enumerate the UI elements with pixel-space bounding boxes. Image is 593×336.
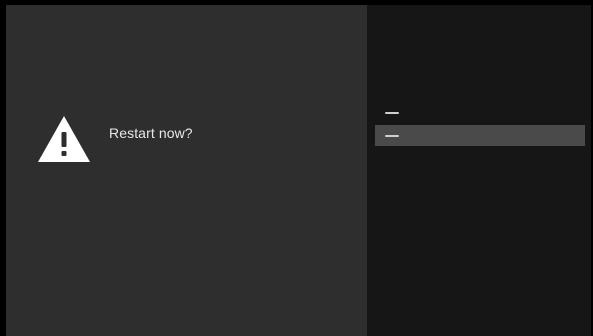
- restart-option-2-selected[interactable]: —: [375, 125, 585, 146]
- dialog-message-pane: Restart now?: [6, 5, 367, 336]
- option-1-marker: [385, 111, 399, 114]
- restart-dialog-screen: Restart now? — —: [6, 5, 591, 336]
- restart-prompt-text: Restart now?: [109, 125, 193, 141]
- restart-option-1[interactable]: —: [375, 102, 585, 123]
- warning-icon: [38, 116, 90, 162]
- option-2-marker: [385, 134, 399, 137]
- options-pane: — —: [367, 5, 591, 336]
